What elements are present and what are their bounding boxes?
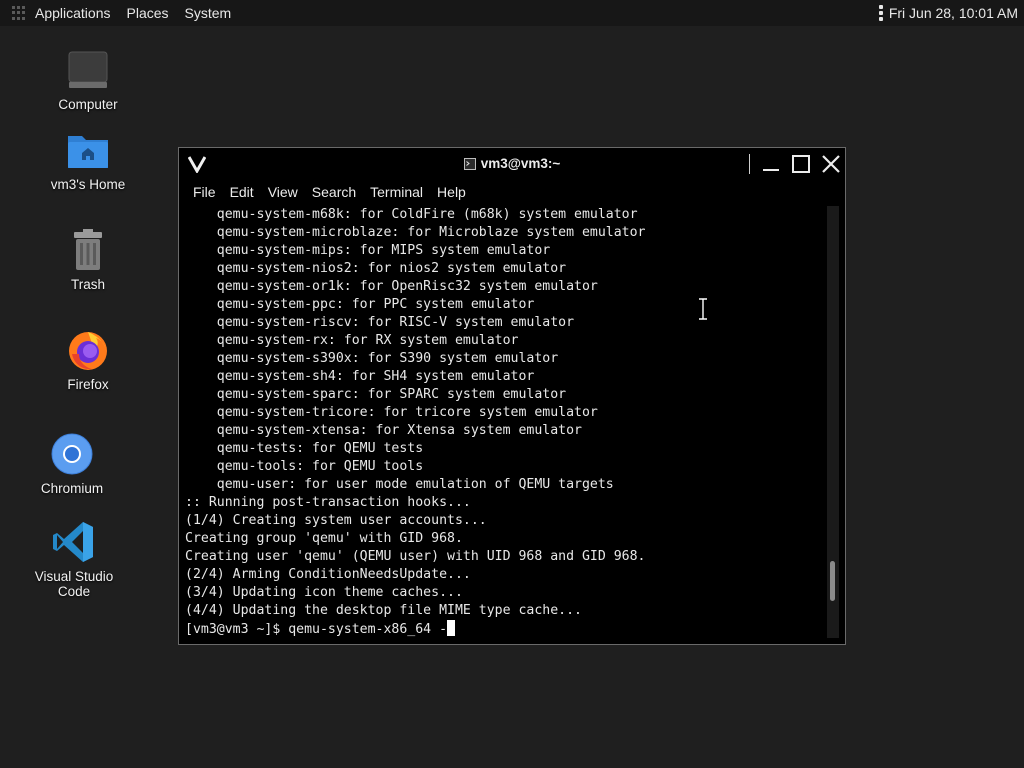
home-folder-icon bbox=[68, 136, 108, 168]
vscode-icon bbox=[53, 522, 93, 562]
terminal-line: qemu-system-or1k: for OpenRisc32 system … bbox=[185, 279, 598, 294]
menu-file[interactable]: File bbox=[187, 184, 222, 200]
text-cursor-icon bbox=[699, 298, 707, 320]
terminal-line: qemu-system-nios2: for nios2 system emul… bbox=[185, 261, 567, 276]
terminal-line: qemu-system-riscv: for RISC-V system emu… bbox=[185, 315, 575, 330]
desktop-icon-computer[interactable]: Computer bbox=[28, 48, 148, 114]
terminal-line: qemu-user: for user mode emulation of QE… bbox=[185, 477, 614, 492]
terminal-line: qemu-system-tricore: for tricore system … bbox=[185, 405, 598, 420]
panel-menu-icon[interactable] bbox=[878, 5, 883, 21]
desktop-icon-chromium[interactable]: Chromium bbox=[12, 432, 132, 498]
terminal-line: (4/4) Updating the desktop file MIME typ… bbox=[185, 603, 582, 618]
terminal-line: (1/4) Creating system user accounts... bbox=[185, 513, 487, 528]
places-menu[interactable]: Places bbox=[119, 5, 177, 21]
menu-terminal[interactable]: Terminal bbox=[364, 184, 429, 200]
terminal-line: qemu-system-mips: for MIPS system emulat… bbox=[185, 243, 551, 258]
terminal-line: qemu-system-m68k: for ColdFire (m68k) sy… bbox=[185, 207, 638, 222]
system-menu[interactable]: System bbox=[177, 5, 240, 21]
desktop-icon-trash[interactable]: Trash bbox=[28, 228, 148, 294]
terminal-line: qemu-system-rx: for RX system emulator bbox=[185, 333, 519, 348]
applications-grid-icon[interactable] bbox=[12, 6, 26, 20]
applications-menu[interactable]: Applications bbox=[32, 5, 119, 21]
terminal-line: qemu-system-sparc: for SPARC system emul… bbox=[185, 387, 567, 402]
terminal-cursor bbox=[447, 620, 456, 636]
terminal-line: qemu-system-xtensa: for Xtensa system em… bbox=[185, 423, 582, 438]
maximize-icon[interactable] bbox=[791, 154, 811, 174]
top-panel: Applications Places System Fri Jun 28, 1… bbox=[0, 0, 1024, 26]
desktop-icon-label: Trash bbox=[70, 277, 105, 292]
terminal-prompt-line[interactable]: [vm3@vm3 ~]$ qemu-system-x86_64 - bbox=[185, 620, 825, 638]
terminal-line: Creating user 'qemu' (QEMU user) with UI… bbox=[185, 549, 646, 564]
terminal-prompt: [vm3@vm3 ~]$ qemu-system-x86_64 - bbox=[185, 622, 448, 637]
firefox-icon bbox=[69, 332, 107, 370]
menu-edit[interactable]: Edit bbox=[224, 184, 260, 200]
terminal-line: qemu-system-ppc: for PPC system emulator bbox=[185, 297, 535, 312]
scrollbar-thumb[interactable] bbox=[830, 561, 835, 601]
menu-search[interactable]: Search bbox=[306, 184, 362, 200]
terminal-line: (3/4) Updating icon theme caches... bbox=[185, 585, 463, 600]
menu-help[interactable]: Help bbox=[431, 184, 472, 200]
desktop-icon-label: Chromium bbox=[40, 481, 104, 496]
terminal-line: qemu-system-microblaze: for Microblaze s… bbox=[185, 225, 646, 240]
terminal-window[interactable]: vm3@vm3:~ File Edit View Search Terminal… bbox=[178, 147, 846, 645]
terminal-scrollbar[interactable] bbox=[827, 206, 839, 638]
menu-view[interactable]: View bbox=[262, 184, 304, 200]
titlebar-separator bbox=[749, 154, 750, 174]
terminal-line: Creating group 'qemu' with GID 968. bbox=[185, 531, 463, 546]
desktop-icon-firefox[interactable]: Firefox bbox=[28, 328, 148, 394]
desktop-icon-label: Firefox bbox=[67, 377, 109, 392]
trash-icon bbox=[74, 229, 102, 270]
close-icon[interactable] bbox=[821, 154, 841, 174]
terminal-line: qemu-tests: for QEMU tests bbox=[185, 441, 424, 456]
terminal-line: qemu-tools: for QEMU tools bbox=[185, 459, 424, 474]
terminal-line: (2/4) Arming ConditionNeedsUpdate... bbox=[185, 567, 471, 582]
clock[interactable]: Fri Jun 28, 10:01 AM bbox=[889, 5, 1018, 21]
chromium-icon bbox=[51, 433, 93, 475]
terminal-icon bbox=[463, 158, 476, 170]
window-titlebar[interactable]: vm3@vm3:~ bbox=[179, 148, 845, 180]
terminal-output[interactable]: qemu-system-m68k: for ColdFire (m68k) sy… bbox=[185, 206, 825, 638]
computer-icon bbox=[68, 51, 108, 88]
desktop-icon-label: Visual Studio Code bbox=[34, 569, 114, 599]
terminal-line: qemu-system-sh4: for SH4 system emulator bbox=[185, 369, 535, 384]
minimize-icon[interactable] bbox=[761, 154, 781, 174]
desktop-icon-label: Computer bbox=[58, 97, 118, 112]
desktop-icon-label: vm3's Home bbox=[50, 177, 126, 192]
desktop-icon-home[interactable]: vm3's Home bbox=[28, 128, 148, 194]
desktop-icon-vscode[interactable]: Visual Studio Code bbox=[14, 520, 134, 601]
terminal-line: :: Running post-transaction hooks... bbox=[185, 495, 471, 510]
terminal-menubar: File Edit View Search Terminal Help bbox=[179, 180, 845, 204]
terminal-line: qemu-system-s390x: for S390 system emula… bbox=[185, 351, 559, 366]
window-title: vm3@vm3:~ bbox=[179, 156, 845, 171]
